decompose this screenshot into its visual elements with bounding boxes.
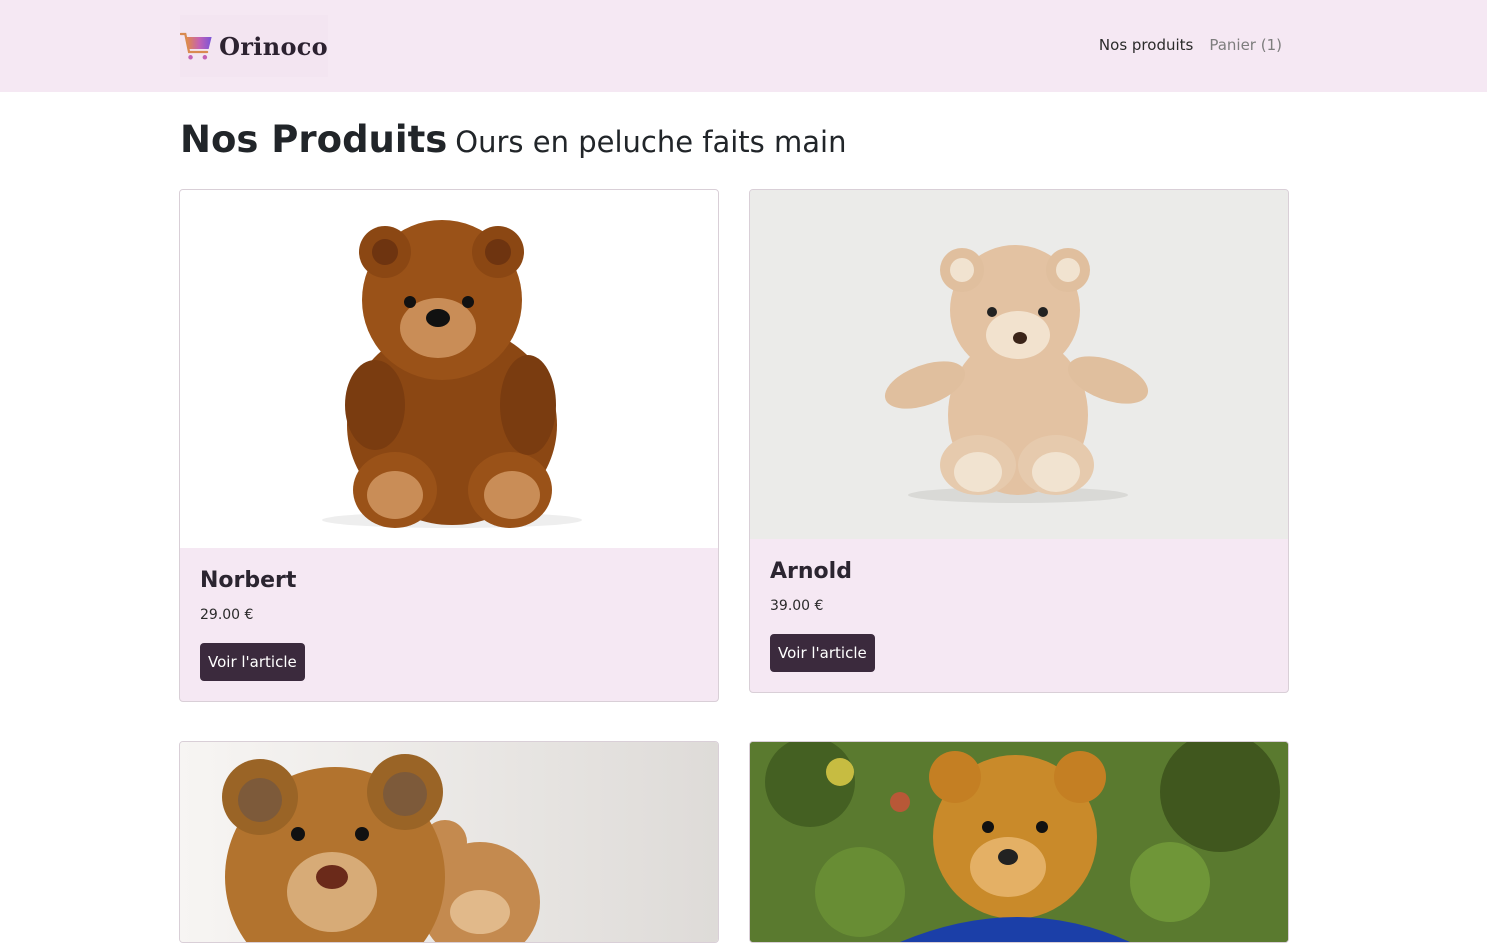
page-heading: Nos Produits Ours en peluche faits main (180, 118, 846, 161)
view-article-button[interactable]: Voir l'article (770, 634, 875, 672)
page-subtitle: Ours en peluche faits main (455, 125, 847, 159)
product-price: 39.00 € (770, 598, 824, 614)
nav-link-products[interactable]: Nos produits (1099, 36, 1193, 54)
nav-links: Nos produits Panier (1) (1099, 36, 1282, 54)
product-card (749, 741, 1289, 943)
product-image (750, 190, 1288, 539)
product-image (750, 742, 1288, 942)
product-image (180, 190, 718, 548)
view-article-button[interactable]: Voir l'article (200, 643, 305, 681)
teddy-bear-image (322, 220, 582, 528)
card-body: Norbert 29.00 € Voir l'article (180, 548, 718, 701)
brand-logo-link[interactable]: Orinoco (180, 15, 328, 77)
product-name: Arnold (770, 559, 852, 584)
card-body: Arnold 39.00 € Voir l'article (750, 539, 1288, 692)
nav-link-cart[interactable]: Panier (1) (1209, 36, 1282, 54)
product-card: Norbert 29.00 € Voir l'article (179, 189, 719, 702)
product-card: Arnold 39.00 € Voir l'article (749, 189, 1289, 693)
brand-name: Orinoco (219, 31, 328, 61)
teddy-bear-image (750, 742, 1288, 942)
teddy-bear-image (180, 742, 718, 942)
teddy-bear-image (750, 190, 1288, 539)
navbar: Orinoco Nos produits Panier (1) (0, 0, 1487, 92)
product-price: 29.00 € (200, 607, 254, 623)
product-image (180, 742, 718, 942)
shopping-cart-icon (180, 32, 212, 60)
page-title: Nos Produits (180, 118, 448, 161)
product-card (179, 741, 719, 943)
product-name: Norbert (200, 568, 297, 593)
